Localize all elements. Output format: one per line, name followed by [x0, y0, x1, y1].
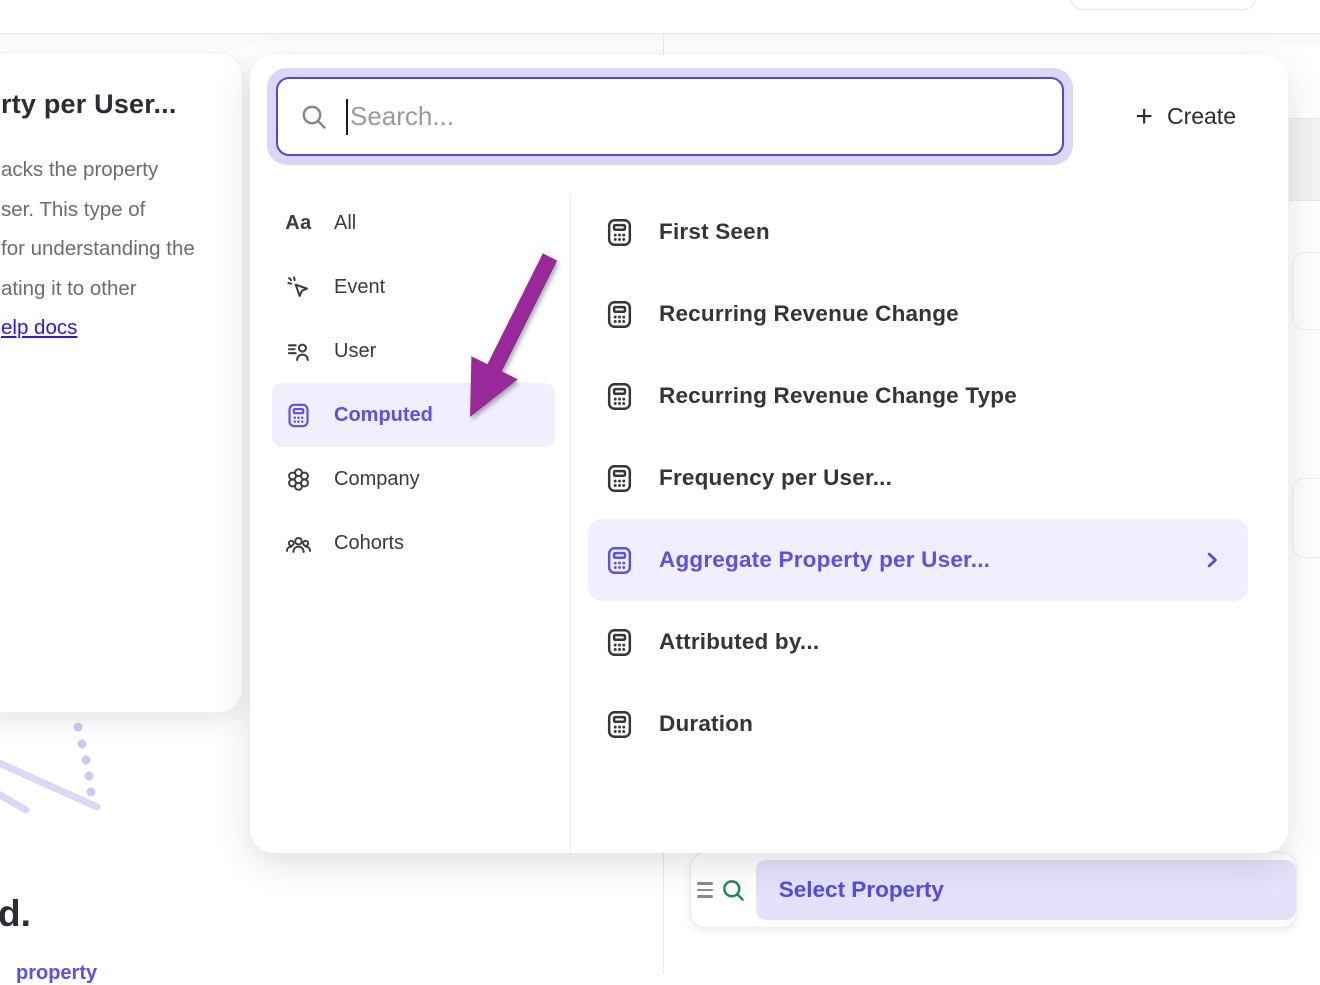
tooltip-line: ser. This type of: [1, 190, 232, 230]
sidebar-item-label: Computed: [334, 404, 433, 427]
sidebar-item-label: Company: [334, 468, 420, 491]
search-focus-ring: [267, 68, 1073, 165]
decorative-doodle: [0, 712, 120, 822]
background-right-card-edge: [1292, 478, 1320, 558]
sidebar-item-label: All: [334, 212, 356, 235]
property-selector-modal: + Create Aa All Event: [250, 55, 1288, 853]
property-item-recurring-revenue-change-type[interactable]: Recurring Revenue Change Type: [588, 355, 1248, 437]
background-right-card-edge: [1292, 252, 1320, 330]
select-property-card: Select Property: [690, 852, 1297, 928]
user-list-icon: [285, 338, 312, 365]
text-aa-icon: Aa: [285, 210, 312, 237]
event-cursor-icon: [285, 274, 312, 301]
plus-icon: +: [1135, 102, 1153, 132]
property-label: Frequency per User...: [659, 465, 892, 491]
property-tooltip-card: rty per User... acks the property ser. T…: [0, 52, 243, 713]
search-icon-green: [720, 877, 747, 904]
search-input[interactable]: [350, 101, 1062, 132]
create-button[interactable]: + Create: [1135, 68, 1236, 165]
calculator-icon: [285, 402, 312, 429]
property-label: Attributed by...: [659, 629, 819, 655]
calculator-icon: [604, 299, 635, 330]
property-label: Aggregate Property per User...: [659, 547, 990, 573]
annotation-arrow: [455, 252, 575, 432]
chevron-right-icon: [1202, 550, 1222, 570]
calculator-icon: [604, 627, 635, 658]
property-item-first-seen[interactable]: First Seen: [588, 191, 1248, 273]
property-item-attributed-by[interactable]: Attributed by...: [588, 601, 1248, 683]
select-property-button[interactable]: Select Property: [756, 860, 1296, 920]
calculator-icon: [604, 463, 635, 494]
search-icon: [299, 102, 329, 132]
text-caret: [346, 99, 348, 135]
property-item-recurring-revenue-change[interactable]: Recurring Revenue Change: [588, 273, 1248, 355]
property-item-frequency-per-user[interactable]: Frequency per User...: [588, 437, 1248, 519]
property-item-duration[interactable]: Duration: [588, 683, 1248, 765]
create-button-label: Create: [1167, 103, 1236, 130]
background-right-panel-strip: [1289, 118, 1320, 201]
tooltip-line: ating it to other: [1, 269, 232, 309]
property-label: Recurring Revenue Change Type: [659, 383, 1017, 409]
cohorts-people-icon: [285, 530, 312, 557]
sidebar-item-label: Event: [334, 276, 385, 299]
property-label: Duration: [659, 711, 753, 737]
calculator-icon: [604, 217, 635, 248]
drag-handle-icon[interactable]: [697, 882, 713, 897]
tooltip-body: acks the property ser. This type of for …: [1, 150, 232, 348]
sidebar-item-company[interactable]: Company: [272, 447, 555, 511]
tooltip-line: acks the property: [1, 150, 232, 190]
calculator-icon: [604, 381, 635, 412]
help-docs-link[interactable]: elp docs: [1, 308, 77, 348]
search-input-box[interactable]: [276, 77, 1064, 156]
calculator-icon: [604, 545, 635, 576]
property-label: Recurring Revenue Change: [659, 301, 959, 327]
property-label: First Seen: [659, 219, 770, 245]
background-partial-button: [1070, 0, 1256, 10]
select-property-label: Select Property: [779, 877, 944, 903]
sidebar-item-label: User: [334, 340, 376, 363]
property-list: First Seen Recurring Revenue Change Recu…: [588, 191, 1248, 765]
sidebar-item-cohorts[interactable]: Cohorts: [272, 511, 555, 575]
property-item-aggregate-property-per-user[interactable]: Aggregate Property per User...: [588, 519, 1248, 601]
calculator-icon: [604, 709, 635, 740]
clipped-heading: d.: [0, 893, 31, 935]
tooltip-line: for understanding the: [1, 229, 232, 269]
background-divider-shadow: [0, 34, 1320, 48]
tooltip-title: rty per User...: [1, 89, 232, 120]
company-cluster-icon: [285, 466, 312, 493]
sidebar-item-label: Cohorts: [334, 532, 404, 555]
sidebar-item-all[interactable]: Aa All: [272, 191, 555, 255]
